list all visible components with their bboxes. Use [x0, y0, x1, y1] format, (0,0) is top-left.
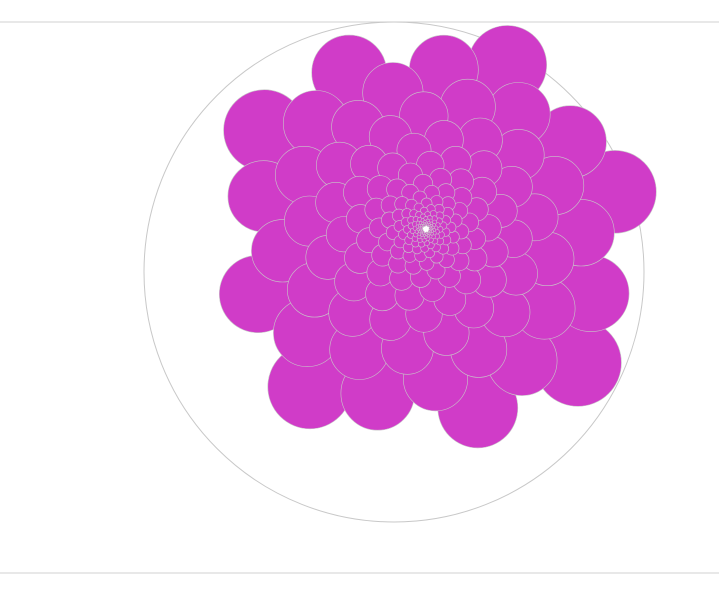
- spiral-circle: [425, 231, 429, 234]
- spiral-circle: [428, 227, 432, 230]
- canvas: [0, 0, 719, 585]
- spiral-circle: [421, 229, 424, 232]
- spiral-circle: [423, 224, 426, 227]
- spiral-circle: [421, 225, 424, 228]
- phyllotaxis-art: [0, 21, 719, 574]
- spiral-circles: [219, 25, 657, 449]
- spiral-circle: [422, 230, 425, 234]
- spiral-circle: [426, 224, 429, 227]
- spiral-circle: [428, 229, 431, 232]
